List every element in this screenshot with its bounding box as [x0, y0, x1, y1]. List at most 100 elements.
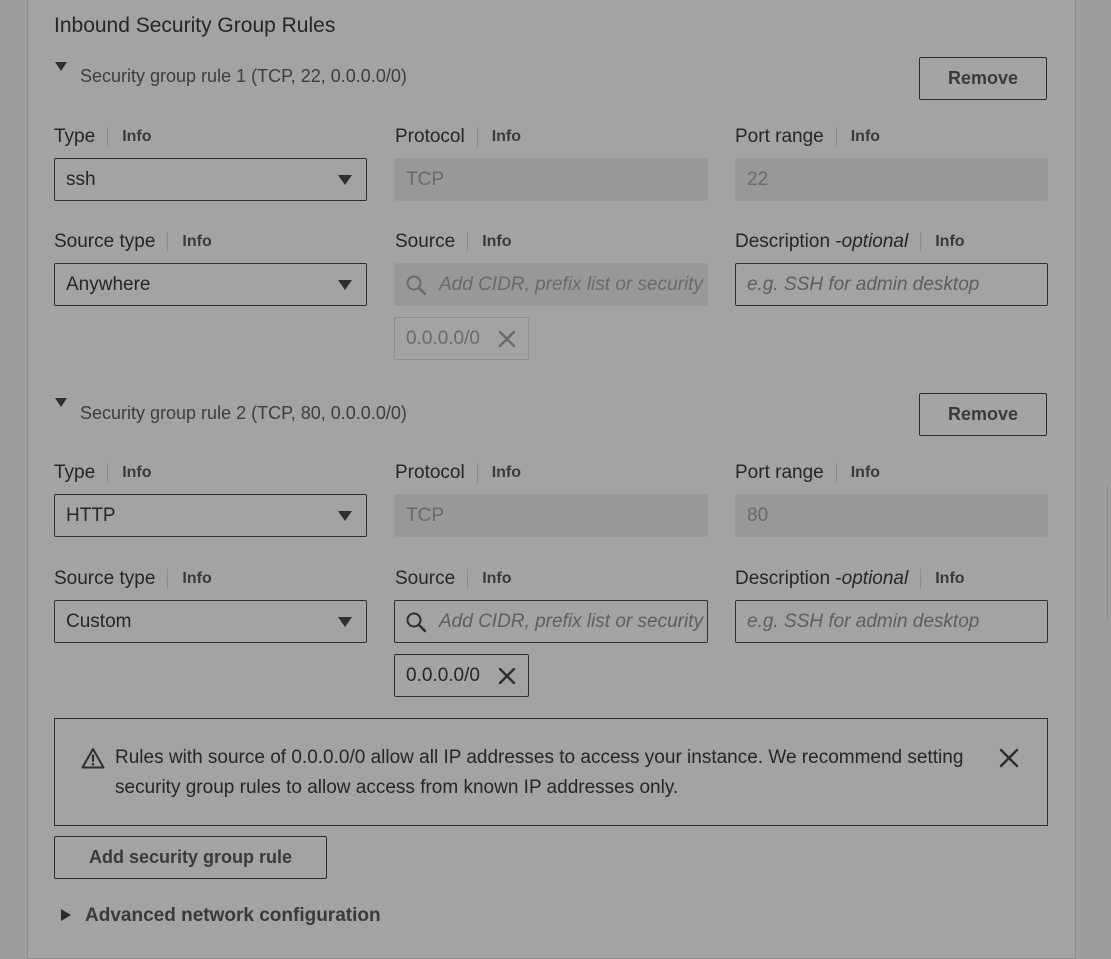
divider	[476, 127, 478, 147]
type-info-link[interactable]: Info	[122, 464, 151, 482]
section-title: Inbound Security Group Rules	[54, 14, 336, 37]
divider	[167, 569, 169, 589]
description-label: Description - optional Info	[735, 568, 965, 590]
add-security-group-rule-button[interactable]: Add security group rule	[54, 836, 327, 879]
type-select-value: HTTP	[66, 504, 116, 526]
caret-down-icon[interactable]	[55, 398, 67, 407]
port-range-label: Port range Info	[735, 462, 880, 484]
protocol-value: TCP	[406, 504, 444, 526]
port-range-field: 80	[735, 494, 1048, 537]
alert-message: Rules with source of 0.0.0.0/0 allow all…	[115, 747, 964, 798]
description-placeholder: e.g. SSH for admin desktop	[747, 273, 980, 295]
divider	[920, 569, 922, 589]
source-label-text: Source	[395, 568, 456, 589]
description-input[interactable]: e.g. SSH for admin desktop	[735, 263, 1048, 306]
description-input[interactable]: e.g. SSH for admin desktop	[735, 600, 1048, 643]
close-icon	[498, 330, 516, 348]
caret-down-icon[interactable]	[55, 62, 67, 71]
caret-right-icon[interactable]	[61, 909, 71, 921]
port-range-info-link[interactable]: Info	[851, 128, 880, 146]
divider	[467, 569, 469, 589]
divider	[107, 127, 109, 147]
description-info-link[interactable]: Info	[935, 233, 964, 251]
source-type-label-text: Source type	[54, 568, 156, 589]
source-search-input[interactable]: Add CIDR, prefix list or security	[394, 600, 708, 643]
description-info-link[interactable]: Info	[935, 570, 964, 588]
source-type-label: Source type Info	[54, 568, 212, 590]
search-icon	[406, 275, 427, 296]
source-info-link[interactable]: Info	[482, 570, 511, 588]
source-type-label-text: Source type	[54, 231, 156, 252]
source-type-value: Anywhere	[66, 273, 151, 295]
optional-label: optional	[841, 568, 909, 589]
type-select[interactable]: HTTP	[54, 494, 367, 537]
port-range-field: 22	[735, 158, 1048, 201]
source-type-info-link[interactable]: Info	[182, 233, 211, 251]
warning-alert: Rules with source of 0.0.0.0/0 allow all…	[54, 718, 1048, 826]
remove-rule-1-button[interactable]: Remove	[919, 57, 1047, 100]
source-token-value: 0.0.0.0/0	[406, 664, 480, 686]
divider	[835, 463, 837, 483]
divider	[476, 463, 478, 483]
source-type-label: Source type Info	[54, 231, 212, 253]
port-range-value: 80	[747, 504, 769, 526]
warning-icon	[81, 748, 105, 769]
type-label: Type Info	[54, 126, 152, 148]
divider	[167, 232, 169, 252]
protocol-info-link[interactable]: Info	[492, 464, 521, 482]
remove-rule-2-button[interactable]: Remove	[919, 393, 1047, 436]
description-label-text: Description -	[735, 568, 842, 589]
optional-label: optional	[841, 231, 909, 252]
protocol-field: TCP	[394, 494, 708, 537]
close-icon[interactable]	[999, 748, 1019, 768]
source-token: 0.0.0.0/0	[394, 654, 529, 697]
port-range-value: 22	[747, 168, 769, 190]
port-range-info-link[interactable]: Info	[851, 464, 880, 482]
divider	[835, 127, 837, 147]
divider	[467, 232, 469, 252]
rule-2-header[interactable]: Security group rule 2 (TCP, 80, 0.0.0.0/…	[80, 403, 407, 424]
source-token: 0.0.0.0/0	[394, 317, 529, 360]
rule-1-header[interactable]: Security group rule 1 (TCP, 22, 0.0.0.0/…	[80, 66, 407, 87]
dropdown-arrow-icon	[338, 617, 352, 627]
dropdown-arrow-icon	[338, 175, 352, 185]
source-placeholder: Add CIDR, prefix list or security	[439, 273, 703, 295]
advanced-network-configuration-toggle[interactable]: Advanced network configuration	[85, 905, 381, 927]
source-token-value: 0.0.0.0/0	[406, 327, 480, 349]
source-type-select[interactable]: Custom	[54, 600, 367, 643]
protocol-field: TCP	[394, 158, 708, 201]
type-info-link[interactable]: Info	[122, 128, 151, 146]
source-type-info-link[interactable]: Info	[182, 570, 211, 588]
dropdown-arrow-icon	[338, 511, 352, 521]
port-range-label-text: Port range	[735, 462, 824, 483]
port-range-label: Port range Info	[735, 126, 880, 148]
type-label: Type Info	[54, 462, 152, 484]
type-label-text: Type	[54, 462, 96, 483]
close-icon[interactable]	[497, 666, 517, 686]
type-select[interactable]: ssh	[54, 158, 367, 201]
description-placeholder: e.g. SSH for admin desktop	[747, 610, 980, 632]
dropdown-arrow-icon	[338, 280, 352, 290]
protocol-label-text: Protocol	[395, 462, 465, 483]
source-label: Source Info	[395, 568, 512, 590]
type-select-value: ssh	[66, 168, 96, 190]
description-label: Description - optional Info	[735, 231, 965, 253]
search-icon	[406, 612, 427, 633]
source-type-select[interactable]: Anywhere	[54, 263, 367, 306]
protocol-value: TCP	[406, 168, 444, 190]
description-label-text: Description -	[735, 231, 842, 252]
source-search-input: Add CIDR, prefix list or security	[394, 263, 708, 306]
protocol-info-link[interactable]: Info	[492, 128, 521, 146]
source-info-link[interactable]: Info	[482, 233, 511, 251]
source-label: Source Info	[395, 231, 512, 253]
divider	[920, 232, 922, 252]
divider	[107, 463, 109, 483]
source-label-text: Source	[395, 231, 456, 252]
source-placeholder: Add CIDR, prefix list or security	[439, 610, 703, 632]
port-range-label-text: Port range	[735, 126, 824, 147]
protocol-label-text: Protocol	[395, 126, 465, 147]
background-panel-edge	[1107, 485, 1111, 622]
source-type-value: Custom	[66, 610, 132, 632]
protocol-label: Protocol Info	[395, 462, 521, 484]
protocol-label: Protocol Info	[395, 126, 521, 148]
